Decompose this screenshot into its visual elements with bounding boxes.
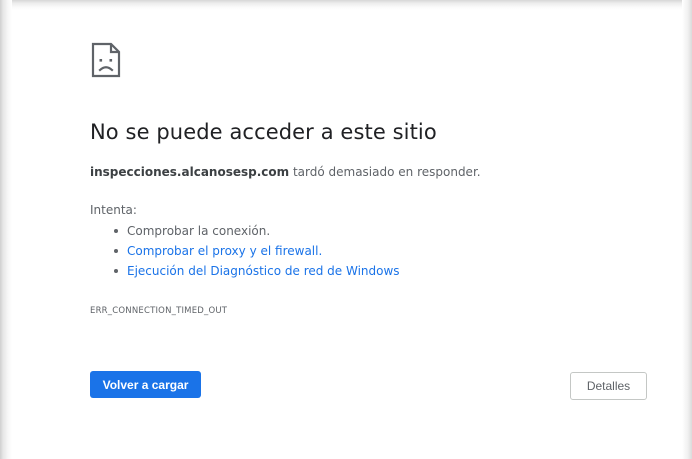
host-name: inspecciones.alcanosesp.com — [90, 165, 290, 179]
bullet — [114, 249, 118, 253]
error-code: ERR_CONNECTION_TIMED_OUT — [90, 306, 228, 316]
suggestion-label: Comprobar la conexión. — [127, 224, 271, 238]
sad-page-icon — [91, 42, 121, 78]
suggestion-network-diagnostics: Ejecución del Diagnóstico de red de Wind… — [90, 262, 400, 282]
check-proxy-firewall-link[interactable]: Comprobar el proxy y el firewall. — [127, 244, 322, 258]
bullet — [114, 229, 118, 233]
details-button[interactable]: Detalles — [570, 372, 647, 400]
suggestion-check-proxy: Comprobar el proxy y el firewall. — [90, 242, 400, 262]
bullet — [114, 269, 118, 273]
try-label: Intenta: — [90, 203, 137, 217]
error-summary: inspecciones.alcanosesp.com tardó demasi… — [90, 165, 481, 179]
windows-network-diagnostics-link[interactable]: Ejecución del Diagnóstico de red de Wind… — [127, 264, 400, 278]
reload-button[interactable]: Volver a cargar — [90, 371, 201, 398]
suggestions-list: Comprobar la conexión. Comprobar el prox… — [90, 222, 400, 282]
window-shadow-right — [682, 0, 692, 459]
suggestion-check-connection: Comprobar la conexión. — [90, 222, 400, 242]
summary-suffix: tardó demasiado en responder. — [289, 165, 481, 179]
window-shadow-left — [0, 0, 12, 459]
error-page: No se puede acceder a este sitio inspecc… — [0, 0, 692, 459]
window-shadow-top — [0, 0, 692, 10]
page-title: No se puede acceder a este sitio — [90, 120, 437, 144]
